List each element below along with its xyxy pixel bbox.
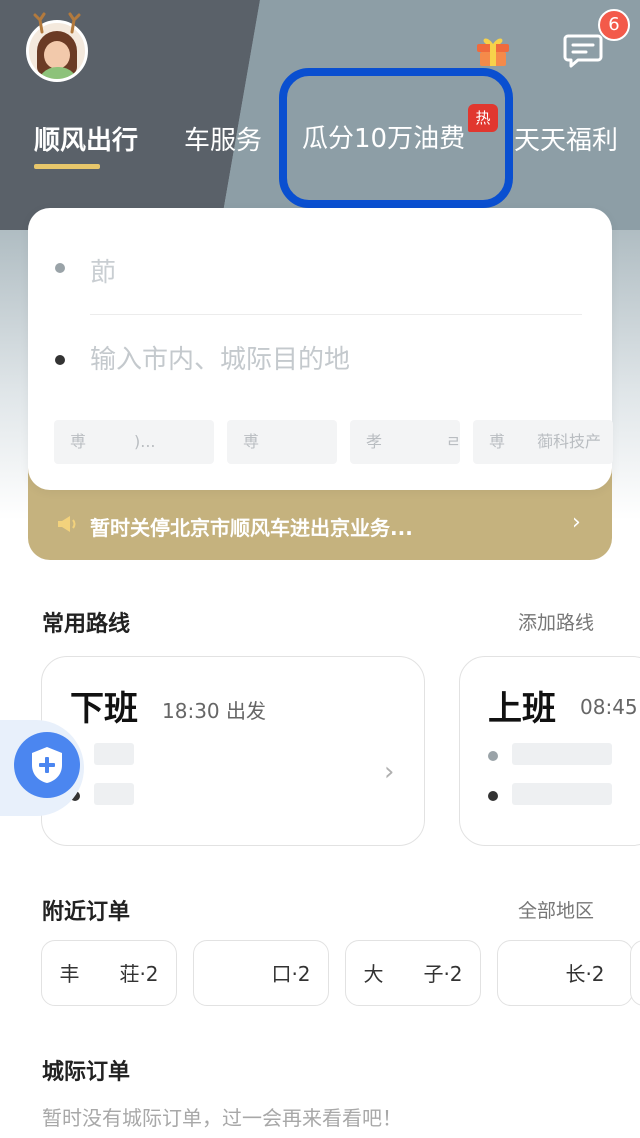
all-areas-link[interactable]: 全部地区 xyxy=(518,896,594,923)
gift-icon[interactable] xyxy=(474,32,512,68)
quick-destination-chip[interactable]: 孝 ㄹ xyxy=(350,420,460,464)
section-title-intercity: 城际订单 xyxy=(42,1060,131,1085)
notice-text: 暂时关停北京市顺风车进出京业务... xyxy=(90,516,413,540)
nearby-area-chip[interactable]: 口·2 xyxy=(193,940,329,1006)
destination-dot xyxy=(55,355,65,365)
route-card-off-work[interactable]: 下班 18:30 出发 › xyxy=(41,656,425,846)
quick-destination-chip[interactable]: 尃 蓹科技产 xyxy=(473,420,613,464)
add-route-link[interactable]: 添加路线 xyxy=(518,608,594,635)
route-name: 上班 xyxy=(488,689,556,729)
message-count-badge: 6 xyxy=(598,9,630,41)
section-title-routes: 常用路线 xyxy=(42,612,131,637)
quick-destination-chip[interactable]: 尃 )... xyxy=(54,420,214,464)
nearby-area-chip[interactable]: 丰 荘·2 xyxy=(41,940,177,1006)
shield-icon xyxy=(32,747,62,783)
divider xyxy=(90,314,582,315)
tab-car-service[interactable]: 车服务 xyxy=(184,120,262,157)
intercity-empty-message: 暂时没有城际订单，过一会再来看看吧！ xyxy=(42,1106,402,1130)
route-name: 下班 xyxy=(70,689,138,729)
chevron-right-icon: › xyxy=(572,510,581,535)
start-location-field[interactable]: 莭 xyxy=(90,252,116,289)
megaphone-icon xyxy=(58,516,76,532)
route-departure-time: 08:45 xyxy=(580,695,638,719)
nearby-area-chip[interactable]: 长·2 xyxy=(497,940,633,1006)
destination-input[interactable] xyxy=(90,342,570,378)
tab-shunfeng-travel[interactable]: 顺风出行 xyxy=(34,120,138,157)
section-title-nearby: 附近订单 xyxy=(42,900,131,925)
chevron-right-icon: › xyxy=(384,757,395,787)
message-icon[interactable] xyxy=(562,30,604,70)
nearby-area-chip[interactable]: 大 子·2 xyxy=(345,940,481,1006)
antlers-icon xyxy=(33,12,81,34)
start-dot xyxy=(55,263,65,273)
annotation-highlight-box xyxy=(279,68,513,208)
active-tab-indicator xyxy=(34,164,100,169)
quick-destination-chip[interactable]: 尃 xyxy=(227,420,337,464)
route-departure-time: 18:30 出发 xyxy=(162,699,266,723)
nearby-area-chip-partial[interactable] xyxy=(630,940,640,1006)
route-card-to-work[interactable]: 上班 08:45 xyxy=(459,656,640,846)
tab-daily-welfare[interactable]: 天天福利 xyxy=(514,120,618,157)
